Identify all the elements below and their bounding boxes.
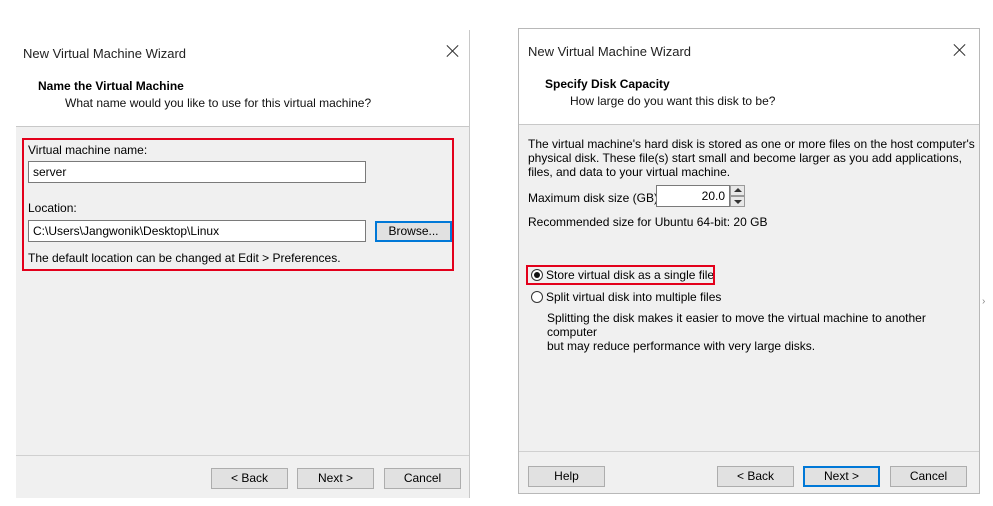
edge-artifact: › (982, 296, 986, 307)
max-disk-size-input[interactable] (656, 185, 730, 207)
title-bar: New Virtual Machine Wizard (16, 30, 469, 70)
recommended-size-text: Recommended size for Ubuntu 64-bit: 20 G… (528, 215, 768, 229)
default-location-note: The default location can be changed at E… (28, 251, 341, 265)
single-file-label[interactable]: Store virtual disk as a single file (546, 268, 714, 282)
window-title: New Virtual Machine Wizard (528, 44, 692, 59)
wizard-header: Name the Virtual Machine What name would… (16, 70, 469, 127)
page-subtitle: How large do you want this disk to be? (570, 94, 776, 108)
back-button[interactable]: < Back (211, 468, 288, 489)
spin-up-button[interactable] (730, 185, 745, 196)
next-button[interactable]: Next > (803, 466, 880, 487)
disk-capacity-dialog: New Virtual Machine Wizard Specify Disk … (518, 28, 980, 494)
cancel-button[interactable]: Cancel (384, 468, 461, 489)
description-line: The virtual machine's hard disk is store… (528, 137, 975, 151)
description-line: files, and data to your virtual machine. (528, 165, 731, 179)
multiple-files-description: Splitting the disk makes it easier to mo… (547, 311, 979, 353)
page-title: Name the Virtual Machine (38, 79, 184, 93)
spin-down-button[interactable] (730, 196, 745, 207)
page-subtitle: What name would you like to use for this… (65, 96, 372, 110)
window-title: New Virtual Machine Wizard (23, 46, 187, 61)
close-icon[interactable] (443, 41, 463, 61)
page-title: Specify Disk Capacity (545, 77, 670, 91)
disk-size-spinner[interactable] (730, 185, 745, 207)
multiple-files-radio[interactable] (531, 291, 543, 303)
disk-description: The virtual machine's hard disk is store… (528, 137, 975, 179)
cancel-button[interactable]: Cancel (890, 466, 967, 487)
wizard-header: Specify Disk Capacity How large do you w… (519, 69, 979, 125)
chevron-up-icon (734, 188, 742, 192)
vm-name-label: Virtual machine name: (28, 143, 148, 157)
help-button[interactable]: Help (528, 466, 605, 487)
next-button[interactable]: Next > (297, 468, 374, 489)
vm-name-input[interactable] (28, 161, 366, 183)
title-bar: New Virtual Machine Wizard (519, 29, 979, 69)
description-line: Splitting the disk makes it easier to mo… (547, 311, 926, 339)
location-label: Location: (28, 201, 77, 215)
description-line: physical disk. These file(s) start small… (528, 151, 962, 165)
back-button[interactable]: < Back (717, 466, 794, 487)
browse-button[interactable]: Browse... (375, 221, 452, 242)
multiple-files-label[interactable]: Split virtual disk into multiple files (546, 290, 721, 304)
max-disk-size-label: Maximum disk size (GB): (528, 191, 662, 205)
single-file-radio[interactable] (531, 269, 543, 281)
chevron-down-icon (734, 200, 742, 204)
close-icon[interactable] (950, 40, 970, 60)
footer-divider (519, 451, 979, 452)
name-vm-dialog: New Virtual Machine Wizard Name the Virt… (16, 30, 470, 498)
footer-divider (16, 455, 469, 456)
location-input[interactable] (28, 220, 366, 242)
description-line: but may reduce performance with very lar… (547, 339, 816, 353)
